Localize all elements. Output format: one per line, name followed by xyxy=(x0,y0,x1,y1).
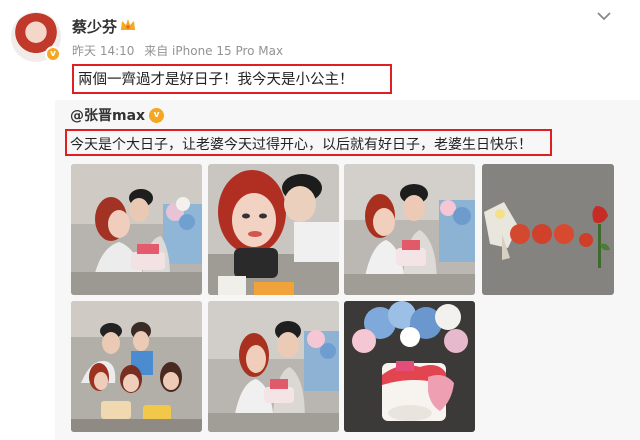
photo-family-group[interactable] xyxy=(71,301,202,432)
photo-birthday-cake[interactable] xyxy=(344,301,475,432)
chevron-down-icon[interactable] xyxy=(596,10,612,22)
photo-cookies-rose[interactable] xyxy=(482,164,614,295)
post-text: 兩個一齊過才是好日子！我今天是小公主！ xyxy=(78,72,354,88)
verified-badge-icon: v xyxy=(149,108,164,123)
repost-author[interactable]: @张晋max xyxy=(70,105,145,125)
weibo-post: v 蔡少芬 昨天 14:10 来自 iPhone 15 Pro Max 兩個一齊… xyxy=(0,0,640,440)
photo-couple-kiss[interactable] xyxy=(71,164,202,295)
post-source: 来自 iPhone 15 Pro Max xyxy=(144,44,284,58)
photo-couple-cake[interactable] xyxy=(344,164,475,295)
author-name[interactable]: 蔡少芬 xyxy=(72,16,117,37)
post-meta: 昨天 14:10 来自 iPhone 15 Pro Max xyxy=(72,42,289,59)
repost-text: 今天是个大日子，让老婆今天过得开心，以后就有好日子，老婆生日快乐！ xyxy=(70,137,532,153)
post-time[interactable]: 昨天 14:10 xyxy=(72,44,134,58)
avatar[interactable]: v xyxy=(11,12,61,62)
photo-selfie-closeup[interactable] xyxy=(208,164,339,295)
verified-badge-icon: v xyxy=(45,46,61,62)
photo-couple-sofa[interactable] xyxy=(208,301,339,432)
crown-icon xyxy=(121,19,135,30)
